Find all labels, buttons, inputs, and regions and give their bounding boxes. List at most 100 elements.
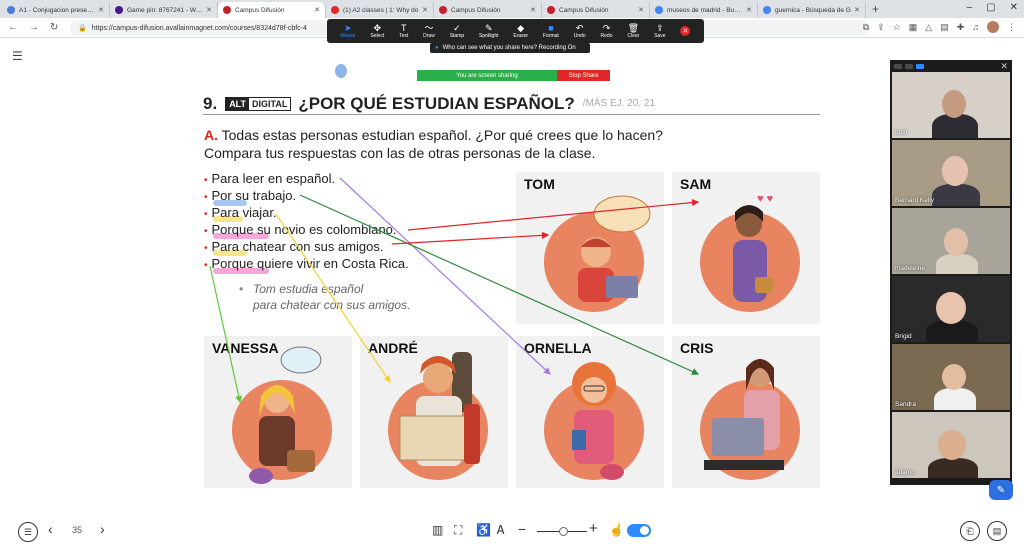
notes-button[interactable]: ▤ — [987, 521, 1007, 541]
stop-share-button[interactable]: Stop Share — [557, 70, 610, 81]
close-tab-icon[interactable]: ✕ — [206, 6, 212, 14]
tab-favicon-icon — [331, 6, 339, 14]
recording-notice[interactable]: ● Who can see what you share here? Record… — [430, 43, 590, 53]
menu-dots-icon[interactable]: ⋮ — [1007, 22, 1016, 33]
close-tab-icon[interactable]: ✕ — [98, 6, 104, 14]
tool-undo[interactable]: ↶ Undo — [574, 23, 586, 39]
part-letter: A. — [204, 127, 218, 143]
close-toolbar-icon[interactable]: ✕ — [680, 26, 691, 36]
puzzle-icon[interactable]: ✚ — [957, 22, 965, 33]
browser-tab[interactable]: (1) A2 classes | 1: Why do ✕ — [326, 2, 434, 18]
previous-page-button[interactable]: ‹ — [48, 521, 53, 537]
drive-icon[interactable]: △ — [925, 22, 932, 33]
zoom-out-button[interactable]: − — [518, 521, 526, 537]
browser-tab[interactable]: Game pin: 8767241 - Waiti ✕ — [110, 2, 218, 18]
browser-tab[interactable]: A1 - Conjugacion presente ✕ — [2, 2, 110, 18]
new-tab-icon[interactable]: + — [872, 2, 879, 16]
bookmark-star-icon[interactable]: ☆ — [893, 22, 901, 33]
next-page-button[interactable]: › — [100, 521, 105, 537]
select-icon: ✥ — [373, 23, 382, 33]
close-tab-icon[interactable]: ✕ — [314, 6, 320, 14]
close-tab-icon[interactable]: ✕ — [746, 6, 752, 14]
list-item: • Por su trabajo. — [204, 188, 297, 203]
reload-icon[interactable]: ↻ — [50, 22, 58, 33]
alt-digital-badge[interactable]: ALT DIGITAL — [225, 96, 292, 111]
share-icon[interactable]: ⇪ — [877, 22, 885, 33]
forward-icon[interactable]: → — [29, 22, 39, 33]
tool-redo[interactable]: ↷ Redo — [601, 23, 613, 39]
extension-icons: ⧉ ⇪ ☆ ▦ △ ▤ ✚ ♫ ⋮ — [863, 21, 1016, 33]
character-card-tom: TOM — [516, 172, 664, 324]
hand-tool-icon[interactable]: ☝ — [609, 523, 624, 537]
zoom-in-button[interactable]: + — [589, 520, 598, 537]
close-panel-icon[interactable]: ✕ — [1000, 61, 1012, 72]
participant-tile[interactable]: madeleine — [892, 208, 1010, 274]
stamp-icon: ✓ — [453, 23, 461, 33]
close-tab-icon[interactable]: ✕ — [854, 6, 860, 14]
tab-favicon-icon — [655, 6, 663, 14]
undo-icon: ↶ — [575, 23, 584, 33]
bookmark-button[interactable]: ⎗ — [960, 521, 980, 541]
participant-tile[interactable]: Bernard Kelly — [892, 140, 1010, 206]
extension-grid-icon[interactable]: ▦ — [909, 22, 918, 33]
browser-tab-active[interactable]: Campus Difusión ✕ — [218, 2, 326, 18]
tool-clear[interactable]: 🗑 Clear — [627, 23, 639, 39]
annotation-mark — [335, 64, 347, 78]
browser-tab[interactable]: guernica - Búsqueda de G ✕ — [758, 2, 866, 18]
zoom-annotation-toolbar: ➤ Mouse ✥ Select T Text 〜 Draw ✓ Stamp ✎ Spotl… — [327, 19, 704, 43]
browser-tab[interactable]: museos de madrid - Busca ✕ — [650, 2, 758, 18]
tool-mouse[interactable]: ➤ Mouse — [340, 23, 355, 39]
view-toggle-icon[interactable] — [905, 63, 913, 69]
mouse-icon: ➤ — [344, 23, 352, 33]
zoom-slider[interactable] — [537, 527, 587, 536]
participant-tile[interactable]: Brigid — [892, 276, 1010, 342]
more-exercises: /MÁS EJ. 20, 21 — [582, 98, 656, 109]
cast-icon[interactable]: ⧉ — [863, 22, 869, 33]
text-size-icon[interactable]: Ꭺ — [497, 523, 505, 538]
participant-tile[interactable]: Lolo — [892, 72, 1010, 138]
example-answer: • Tom estudia español para chatear con s… — [239, 282, 411, 312]
tool-stamp[interactable]: ✓ Stamp — [450, 23, 464, 39]
tom-illustration — [578, 195, 651, 302]
fullscreen-icon[interactable]: ⛶ — [454, 523, 462, 538]
save-icon: ⇪ — [656, 23, 664, 33]
cris-illustration — [704, 359, 784, 470]
participant-tile[interactable]: adamo — [892, 412, 1010, 478]
participant-tile[interactable]: Sandra — [892, 344, 1010, 410]
browser-tab[interactable]: Campus Difusión ✕ — [434, 2, 542, 18]
view-toggle-icon[interactable] — [894, 63, 902, 69]
doc-icon[interactable]: ▤ — [940, 22, 949, 33]
profile-avatar[interactable] — [987, 21, 999, 33]
tool-save[interactable]: ⇪ Save — [654, 23, 665, 39]
sam-illustration: ♥ ♥ — [733, 193, 773, 302]
list-menu-button[interactable]: ☰ — [18, 522, 38, 542]
close-tab-icon[interactable]: ✕ — [422, 6, 428, 14]
close-window-icon[interactable]: ✕ — [1010, 2, 1018, 13]
character-card-sam: SAM ♥ ♥ — [672, 172, 820, 324]
close-tab-icon[interactable]: ✕ — [638, 6, 644, 14]
browser-tab[interactable]: Campus Difusión ✕ — [542, 2, 650, 18]
media-icon[interactable]: ♫ — [972, 22, 979, 32]
close-tab-icon[interactable]: ✕ — [530, 6, 536, 14]
tool-eraser[interactable]: ◆ Eraser — [513, 23, 528, 39]
tool-spotlight[interactable]: ✎ Spotlight — [479, 23, 498, 39]
book-view-icon[interactable]: ▥ — [432, 523, 443, 537]
character-card-ornella: ORNELLA — [516, 336, 664, 488]
list-item: • Porque su novio es colombiano. — [204, 222, 397, 237]
list-item: • Porque quiere vivir en Costa Rica. — [204, 256, 409, 271]
tool-draw[interactable]: 〜 Draw — [423, 23, 435, 39]
annotate-fab-button[interactable]: ✎ — [989, 480, 1013, 500]
tool-text[interactable]: T Text — [399, 23, 408, 39]
accessibility-icon[interactable]: ♿ — [476, 523, 491, 537]
view-toggle-icon[interactable] — [916, 63, 924, 69]
tab-favicon-icon — [7, 6, 15, 14]
maximize-icon[interactable]: ▢ — [986, 2, 995, 13]
back-icon[interactable]: ← — [8, 22, 18, 33]
url-text: https://campus-difusion.avallainmagnet.c… — [91, 24, 307, 32]
tool-format[interactable]: ■ Format — [543, 23, 559, 39]
hand-tool-toggle[interactable] — [627, 524, 651, 537]
tool-select[interactable]: ✥ Select — [370, 23, 384, 39]
tab-favicon-icon — [223, 6, 231, 14]
minimize-icon[interactable]: – — [967, 2, 973, 13]
menu-icon[interactable]: ☰ — [12, 49, 23, 63]
